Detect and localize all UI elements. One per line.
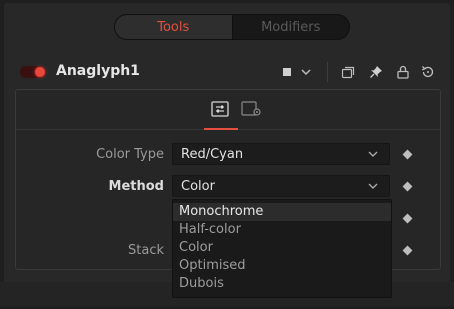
inspector-tab-bar: Tools Modifiers	[114, 14, 350, 40]
chevron-down-icon	[368, 183, 378, 189]
method-select[interactable]: Color	[172, 175, 390, 197]
node-name[interactable]: Anaglyph1	[56, 63, 140, 79]
reset-icon[interactable]	[420, 64, 436, 80]
dropdown-option[interactable]: Half-color	[173, 221, 391, 239]
node-header: Anaglyph1	[14, 61, 450, 83]
dropdown-option[interactable]: Dubois	[173, 275, 391, 293]
method-label: Method	[108, 179, 164, 194]
header-separator	[327, 62, 328, 82]
tab-tools[interactable]: Tools	[115, 15, 232, 39]
versions-icon[interactable]	[340, 64, 356, 80]
active-tab-indicator	[204, 128, 238, 130]
dropdown-option[interactable]: Color	[173, 239, 391, 257]
chevron-down-icon	[368, 151, 378, 157]
stack-label: Stack	[128, 243, 164, 258]
dropdown-option[interactable]: Monochrome	[173, 203, 391, 221]
method-dropdown-list: Monochrome Half-color Color Optimised Du…	[172, 199, 392, 298]
pin-icon[interactable]	[368, 64, 384, 80]
panel-tab-strip	[16, 90, 440, 130]
chevron-down-icon[interactable]	[298, 64, 314, 80]
tab-modifiers[interactable]: Modifiers	[233, 15, 350, 39]
color-type-label: Color Type	[96, 147, 164, 162]
lock-icon[interactable]	[395, 64, 411, 80]
color-type-value: Red/Cyan	[181, 147, 244, 162]
settings-icon[interactable]	[241, 101, 263, 117]
method-value: Color	[181, 179, 215, 194]
color-type-select[interactable]: Red/Cyan	[172, 143, 390, 165]
toggle-knob	[35, 67, 45, 77]
dropdown-option[interactable]: Optimised	[173, 257, 391, 275]
controls-icon[interactable]	[211, 101, 229, 117]
node-enable-toggle[interactable]	[20, 66, 46, 78]
color-swatch-icon[interactable]	[280, 64, 296, 80]
